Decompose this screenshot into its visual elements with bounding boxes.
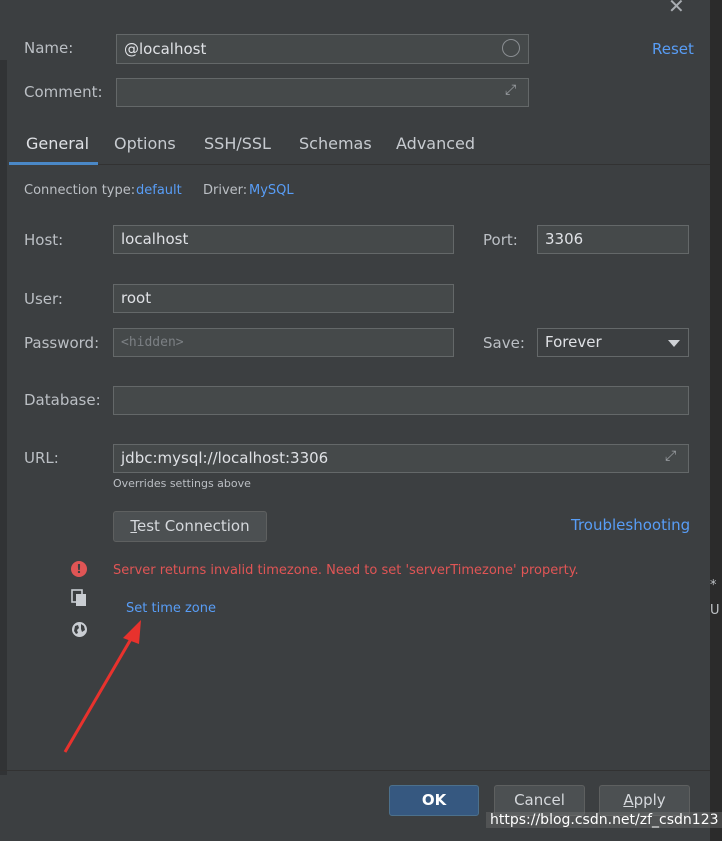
test-connection-button[interactable]: Test Connection [113, 511, 267, 542]
tab-divider [9, 164, 710, 165]
host-input[interactable]: localhost [113, 225, 454, 254]
edge-text-1: * [710, 578, 717, 593]
user-input[interactable]: root [113, 284, 454, 313]
user-label: User: [24, 290, 63, 308]
troubleshooting-link[interactable]: Troubleshooting [571, 516, 690, 534]
connection-type-label: Connection type: [24, 183, 136, 198]
driver-label: Driver: [203, 183, 248, 198]
password-input[interactable]: <hidden> [113, 328, 454, 357]
port-label: Port: [483, 231, 518, 249]
ok-button[interactable]: OK [389, 785, 479, 816]
password-label: Password: [24, 334, 100, 352]
port-input[interactable]: 3306 [537, 225, 689, 254]
set-time-zone-link[interactable]: Set time zone [126, 601, 216, 616]
close-icon[interactable]: ✕ [668, 0, 685, 18]
tab-advanced[interactable]: Advanced [396, 134, 475, 153]
database-input[interactable] [113, 386, 689, 415]
background-window-edge [710, 0, 722, 841]
url-hint: Overrides settings above [113, 477, 251, 490]
footer-separator [0, 770, 710, 771]
name-label: Name: [24, 39, 74, 57]
apply-label-rest: pply [633, 791, 666, 809]
url-input[interactable]: jdbc:mysql://localhost:3306 [113, 444, 689, 473]
tab-schemas[interactable]: Schemas [299, 134, 372, 153]
comment-input[interactable] [116, 78, 529, 107]
watermark: https://blog.csdn.net/zf_csdn123 [486, 812, 722, 828]
connection-type-link[interactable]: default [136, 183, 182, 198]
annotation-arrow [63, 620, 141, 753]
edge-text-2: U [710, 603, 720, 618]
data-source-dialog: ✕ Name: @localhost Reset Comment: ⤢ Gene… [0, 0, 710, 841]
error-message: Server returns invalid timezone. Need to… [113, 563, 579, 578]
test-connection-label-rest: est Connection [137, 517, 250, 535]
comment-label: Comment: [24, 83, 103, 101]
left-edge-strip [0, 60, 7, 775]
url-expand-icon[interactable]: ⤢ [665, 448, 676, 464]
save-select[interactable]: Forever [537, 328, 689, 357]
url-label: URL: [24, 449, 59, 467]
tab-general[interactable]: General [26, 134, 89, 153]
database-label: Database: [24, 391, 101, 409]
reset-link[interactable]: Reset [652, 40, 694, 58]
save-label: Save: [483, 334, 525, 352]
error-icon: ! [71, 561, 87, 577]
name-input[interactable]: @localhost [116, 34, 529, 64]
circle-icon[interactable] [502, 39, 520, 57]
driver-link[interactable]: MySQL [249, 183, 294, 198]
expand-icon[interactable]: ⤢ [505, 82, 516, 98]
tab-ssh-ssl[interactable]: SSH/SSL [204, 134, 271, 153]
dropdown-arrow-icon[interactable] [668, 340, 680, 347]
copy-icon[interactable] [71, 589, 87, 607]
host-label: Host: [24, 231, 64, 249]
active-tab-indicator [9, 162, 98, 165]
tab-options[interactable]: Options [114, 134, 176, 153]
